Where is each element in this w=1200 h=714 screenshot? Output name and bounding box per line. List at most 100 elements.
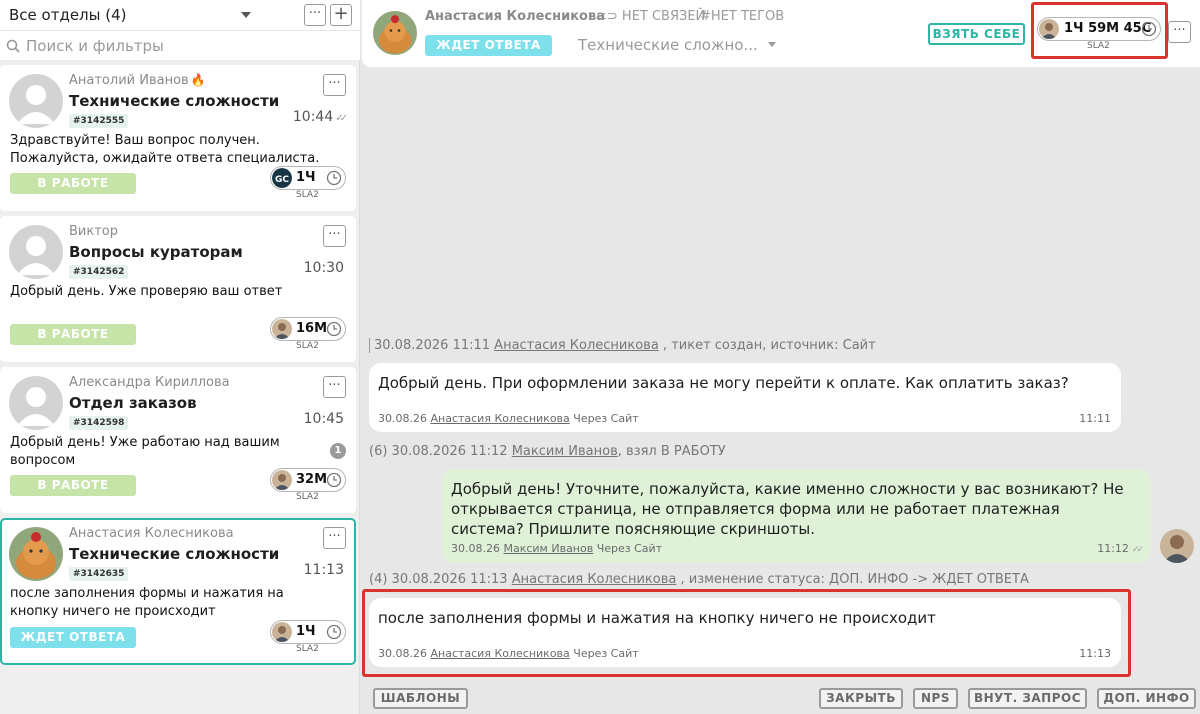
agent-avatar [1039, 19, 1059, 39]
gc-logo-icon: GC [272, 168, 292, 188]
ticket-last-message: Здравствуйте! Ваш вопрос получен. Пожалу… [10, 133, 320, 166]
system-event: (4) 30.08.2026 11:13 Анастасия Колеснико… [369, 572, 1029, 587]
event-user-link[interactable]: Анастасия Колесникова [512, 572, 677, 587]
ticket-id: #3142555 [69, 114, 129, 128]
ticket-last-message: после заполнения формы и нажатия на кноп… [10, 586, 284, 619]
ticket-author: Анатолий Иванов 🔥 [69, 73, 206, 88]
sla-timer: 1Ч [270, 620, 346, 644]
message-bubble-outgoing: Добрый день! Уточните, пожалуйста, какие… [442, 469, 1151, 563]
fire-icon: 🔥 [190, 73, 206, 87]
unread-count-badge: 1 [330, 443, 346, 459]
status-badge: В РАБОТЕ [10, 475, 136, 496]
search-bar [0, 30, 360, 60]
ticket-last-message: Добрый день. Уже проверяю ваш ответ [10, 284, 283, 299]
tags-field[interactable]: #НЕТ ТЕГОВ [700, 9, 784, 24]
ticket-card-active[interactable]: Анастасия Колесникова Технические сложно… [0, 518, 356, 665]
ticket-id: #3142562 [69, 265, 129, 279]
sla-timer: 16М [270, 317, 346, 341]
event-user-link[interactable]: Максим Иванов [512, 444, 618, 459]
message-bubble-incoming: после заполнения формы и нажатия на кноп… [369, 598, 1121, 667]
department-selector-row: Все отделы (4) ··· + [0, 0, 360, 30]
ticket-more-button[interactable]: ··· [323, 376, 346, 398]
ticket-more-button[interactable]: ··· [323, 527, 346, 549]
ticket-more-button[interactable]: ··· [323, 74, 346, 96]
client-name[interactable]: Анастасия Колесникова [425, 9, 605, 24]
message-bubble-incoming: Добрый день. При оформлении заказа не мо… [369, 363, 1121, 432]
ticket-more-button[interactable]: ··· [323, 225, 346, 247]
ticket-subject: Технические сложности [69, 92, 280, 110]
message-text: после заполнения формы и нажатия на кноп… [378, 609, 936, 627]
status-badge[interactable]: ЖДЕТ ОТВЕТА [425, 35, 552, 56]
message-meta: 30.08.26 Анастасия Колесникова Через Сай… [378, 647, 639, 660]
agent-avatar [1160, 529, 1194, 563]
ticket-id: #3142635 [69, 567, 129, 581]
chevron-down-icon[interactable] [768, 42, 776, 47]
message-meta: 30.08.26 Максим Иванов Через Сайт [451, 542, 663, 555]
link-icon: ⊂⊃ [596, 9, 622, 24]
sla-label: SLA2 [296, 190, 319, 200]
category-select[interactable]: Технические сложно... [578, 36, 758, 54]
status-badge: ЖДЕТ ОТВЕТА [10, 627, 136, 648]
clock-icon [326, 170, 342, 186]
internal-request-button[interactable]: ВНУТ. ЗАПРОС [968, 688, 1087, 709]
agent-avatar [272, 622, 292, 642]
message-author-link[interactable]: Максим Иванов [503, 542, 593, 555]
sla-timer: GC 1Ч [270, 166, 346, 190]
system-event: (6) 30.08.2026 11:12 Максим Иванов, взял… [369, 444, 726, 459]
take-ticket-button[interactable]: ВЗЯТЬ СЕБЕ [928, 23, 1025, 45]
sla-label: SLA2 [296, 492, 319, 502]
avatar [9, 74, 63, 128]
ticket-last-message: Добрый день! Уже работаю над вашим вопро… [10, 435, 280, 468]
event-user-link[interactable]: Анастасия Колесникова [494, 338, 659, 353]
sla-timer: 1Ч 59М 45С [1037, 17, 1161, 41]
clock-icon [326, 624, 342, 640]
ticket-author: Виктор [69, 224, 118, 239]
ticket-author: Александра Кириллова [69, 375, 230, 390]
sla-label: SLA2 [296, 644, 319, 654]
templates-button[interactable]: ШАБЛОНЫ [373, 688, 468, 709]
nps-button[interactable]: NPS [913, 688, 958, 709]
client-avatar [373, 11, 417, 55]
status-badge: В РАБОТЕ [10, 324, 136, 345]
ticket-card[interactable]: Анатолий Иванов 🔥 Технические сложности #… [0, 65, 356, 211]
ticket-card[interactable]: Виктор Вопросы кураторам #3142562 ··· 10… [0, 216, 356, 362]
ticket-time: 11:13 [303, 562, 344, 578]
ticket-id: #3142598 [69, 416, 129, 430]
status-badge: В РАБОТЕ [10, 173, 136, 194]
sla-value: 1Ч [296, 624, 316, 639]
message-time: 11:11 [1079, 412, 1111, 425]
message-author-link[interactable]: Анастасия Колесникова [430, 647, 569, 660]
ticket-time: 10:44 ✓✓ [292, 109, 348, 125]
sla-value: 1Ч 59М 45С [1064, 21, 1152, 36]
clock-icon [326, 321, 342, 337]
department-more-button[interactable]: ··· [304, 4, 326, 26]
ticket-list-panel: Все отделы (4) ··· + Анатолий Иванов🔥 Те… [0, 0, 360, 714]
clock-icon [326, 472, 342, 488]
ticket-subject: Вопросы кураторам [69, 243, 243, 261]
ticket-subject: Технические сложности [69, 545, 280, 563]
message-author-link[interactable]: Анастасия Колесникова [430, 412, 569, 425]
department-selector[interactable]: Все отделы (4) [9, 6, 127, 24]
svg-text:GC: GC [275, 175, 289, 185]
search-icon [6, 39, 20, 53]
double-check-icon: ✓✓ [335, 113, 348, 124]
agent-avatar [272, 470, 292, 490]
chevron-down-icon[interactable] [241, 12, 251, 18]
ticket-subject: Отдел заказов [69, 394, 197, 412]
ticket-card[interactable]: Александра Кириллова Отдел заказов #3142… [0, 367, 356, 513]
add-ticket-button[interactable]: + [330, 4, 352, 26]
message-meta: 30.08.26 Анастасия Колесникова Через Сай… [378, 412, 639, 425]
ticket-time: 10:30 [303, 260, 344, 276]
sla-timer: 32М [270, 468, 346, 492]
ticket-author: Анастасия Колесникова [69, 526, 234, 541]
ticket-time: 10:45 [303, 411, 344, 427]
agent-avatar [272, 319, 292, 339]
header-more-button[interactable]: ··· [1168, 21, 1191, 43]
search-input[interactable] [26, 35, 346, 57]
message-time: 11:12 ✓✓ [1097, 542, 1144, 555]
system-event: 30.08.2026 11:11 Анастасия Колесникова ,… [369, 338, 876, 353]
sla-label: SLA2 [296, 341, 319, 351]
links-field[interactable]: ⊂⊃ НЕТ СВЯЗЕЙ [596, 9, 705, 24]
extra-info-button[interactable]: ДОП. ИНФО [1097, 688, 1196, 709]
close-ticket-button[interactable]: ЗАКРЫТЬ [819, 688, 903, 709]
